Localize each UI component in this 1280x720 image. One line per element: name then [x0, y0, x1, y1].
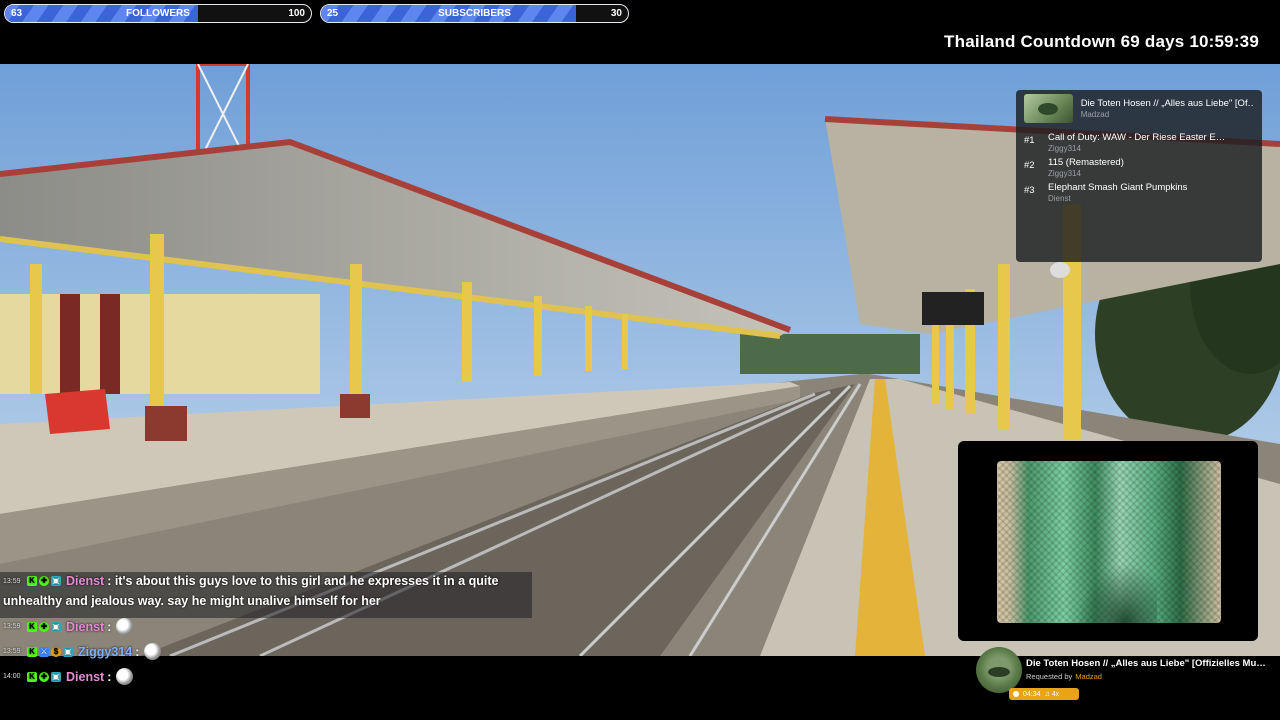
queue-now-title: Die Toten Hosen // „Alles aus Liebe" [Of…	[1080, 97, 1254, 109]
chat-username[interactable]: Ziggy314	[78, 645, 132, 659]
queue-item-requester: Ziggy314	[1048, 169, 1081, 178]
now-playing-duration: 04:34	[1023, 690, 1041, 698]
requested-by-label: Requested by	[1026, 672, 1073, 681]
queue-item-title: Call of Duty: WAW - Der Riese Easter Egg…	[1048, 132, 1226, 143]
clock-icon	[1013, 691, 1019, 697]
video-thumbnail	[1024, 93, 1073, 123]
chat-username[interactable]: Dienst	[66, 620, 104, 634]
now-playing-requester-line: Requested by Madzad	[1026, 672, 1102, 681]
chat-username[interactable]: Dienst	[66, 574, 104, 588]
kick-badge-icon: K	[27, 646, 37, 657]
chat-message: 13:59 K ✚ ▣ Dienst : it's about this guy…	[3, 574, 498, 588]
chat-text: : it's about this guys love to this girl…	[107, 574, 499, 588]
verified-badge-icon: ✚	[39, 576, 49, 586]
chat-timestamp: 13:59	[3, 648, 21, 655]
queue-now-requester: Madzad	[1080, 109, 1110, 119]
queue-item-title: Elephant Smash Giant Pumpkins	[1048, 182, 1188, 193]
queue-item-number: #3	[1024, 185, 1035, 196]
queue-item-requester: Dienst	[1048, 194, 1071, 203]
kick-badge-icon: K	[27, 576, 37, 586]
subscriber-badge-icon: ▣	[51, 671, 61, 682]
now-playing-avatar	[976, 647, 1022, 693]
kick-badge-icon: K	[27, 671, 37, 682]
chat-username[interactable]: Dienst	[66, 670, 104, 684]
subscriber-badge-icon: ▣	[51, 576, 61, 586]
video-player[interactable]	[997, 461, 1221, 623]
followers-goal-bar: 63 FOLLOWERS 100	[4, 4, 312, 23]
face-emote-icon	[144, 643, 162, 660]
chat-message: 13:59 K ✚ ▣ Dienst :	[3, 618, 134, 635]
kick-badge-icon: K	[27, 621, 37, 632]
subscribers-target: 30	[610, 8, 622, 19]
chat-timestamp: 13:59	[3, 623, 21, 630]
chat-timestamp: 14:00	[3, 673, 21, 680]
chat-message: 14:00 K ✚ ▣ Dienst :	[3, 668, 134, 685]
followers-target: 100	[288, 8, 305, 19]
wave-emote-icon	[116, 668, 134, 685]
chat-timestamp: 13:59	[3, 577, 21, 585]
queue-item-number: #2	[1024, 160, 1035, 171]
chat-text: :	[135, 644, 140, 659]
now-playing-play-count: ♫ 4x	[1044, 690, 1060, 698]
queue-item: #3 Elephant Smash Giant Pumpkins Dienst	[1024, 182, 1254, 207]
chat-text-continued: unhealthy and jealous way. say he might …	[3, 594, 381, 608]
queue-now-playing: Die Toten Hosen // „Alles aus Liebe" [Of…	[1024, 92, 1254, 124]
queue-item-number: #1	[1024, 135, 1035, 146]
requester-name: Madzad	[1075, 672, 1102, 681]
followers-label: FOLLOWERS	[126, 8, 190, 19]
chat-text: :	[107, 619, 112, 634]
subscriber-badge-icon: ▣	[51, 621, 61, 632]
queue-item: #1 Call of Duty: WAW - Der Riese Easter …	[1024, 132, 1254, 157]
followers-current: 63	[11, 8, 23, 19]
countdown-timer: Thailand Countdown 69 days 10:59:39	[944, 32, 1259, 51]
subscribers-goal-bar: 25 SUBSCRIBERS 30	[320, 4, 629, 23]
moderator-badge-icon: ⚔	[39, 646, 49, 657]
verified-badge-icon: ✚	[39, 671, 49, 682]
chat-text: :	[107, 669, 112, 684]
verified-badge-icon: ✚	[39, 621, 49, 632]
queue-item: #2 115 (Remastered) Ziggy314	[1024, 157, 1254, 182]
subscribers-label: SUBSCRIBERS	[438, 8, 511, 19]
cat-emote-icon	[116, 618, 134, 635]
queue-item-title: 115 (Remastered)	[1048, 157, 1124, 168]
subscribers-current: 25	[327, 8, 339, 19]
queue-item-requester: Ziggy314	[1048, 144, 1081, 153]
gift-badge-icon: $	[51, 646, 61, 657]
chat-message: 13:59 K ⚔ $ ▣ Ziggy314 :	[3, 643, 162, 660]
subscriber-badge-icon: ▣	[63, 646, 73, 657]
song-queue-panel: Die Toten Hosen // „Alles aus Liebe" [Of…	[1016, 90, 1262, 262]
now-playing-title: Die Toten Hosen // „Alles aus Liebe" [Of…	[1026, 658, 1266, 669]
now-playing-info-chip: 04:34 ♫ 4x	[1009, 688, 1079, 700]
